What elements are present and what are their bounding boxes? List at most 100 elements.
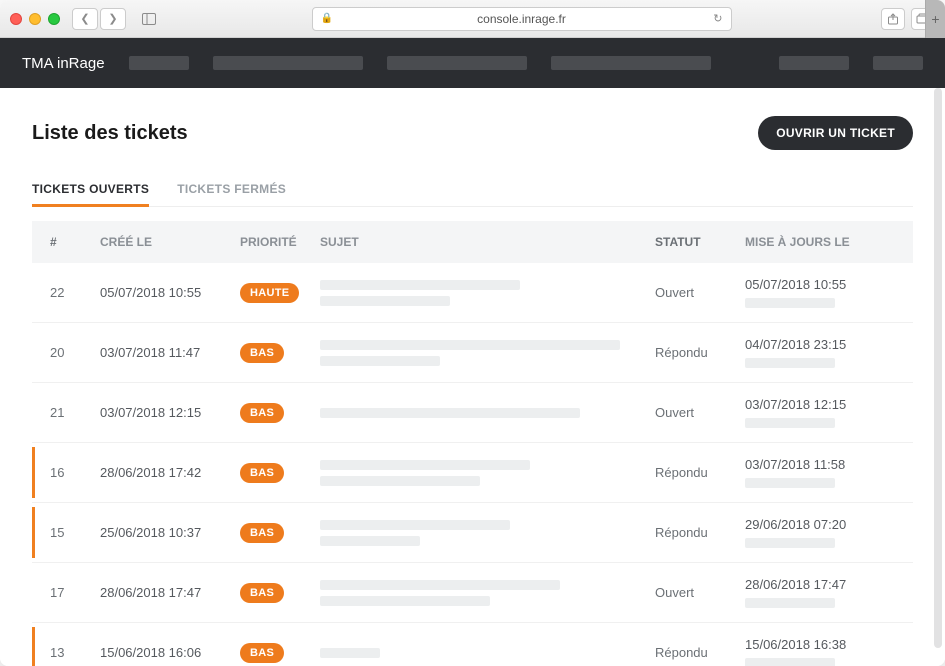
subject-placeholder: [320, 596, 490, 606]
table-row[interactable]: 17 28/06/2018 17:47 BAS Ouvert 28/06/201…: [32, 563, 913, 623]
open-ticket-button[interactable]: OUVRIR UN TICKET: [758, 116, 913, 150]
subject-placeholder: [320, 648, 380, 658]
forward-button[interactable]: ❯: [100, 8, 126, 30]
tab-open-tickets[interactable]: TICKETS OUVERTS: [32, 172, 149, 206]
browser-window: ❮ ❯ 🔒 console.inrage.fr ↻ + TMA inRage: [0, 0, 945, 666]
ticket-priority: BAS: [240, 583, 320, 603]
viewport[interactable]: TMA inRage Liste des tickets OUVRIR UN T…: [0, 38, 945, 666]
page-title: Liste des tickets: [32, 122, 188, 145]
col-updated: MISE À JOURS LE: [745, 235, 895, 249]
browser-chrome: ❮ ❯ 🔒 console.inrage.fr ↻ +: [0, 0, 945, 38]
nav-buttons: ❮ ❯: [72, 8, 126, 30]
tabs: TICKETS OUVERTS TICKETS FERMÉS: [32, 172, 913, 207]
scrollbar[interactable]: [934, 88, 942, 648]
ticket-subject: [320, 580, 655, 606]
nav-item-placeholder[interactable]: [129, 56, 189, 70]
table-row[interactable]: 22 05/07/2018 10:55 HAUTE Ouvert 05/07/2…: [32, 263, 913, 323]
updated-placeholder: [745, 358, 835, 368]
back-button[interactable]: ❮: [72, 8, 98, 30]
subject-placeholder: [320, 356, 440, 366]
updated-date: 03/07/2018 12:15: [745, 397, 895, 412]
updated-date: 29/06/2018 07:20: [745, 517, 895, 532]
ticket-priority: BAS: [240, 343, 320, 363]
ticket-priority: BAS: [240, 643, 320, 663]
lock-icon: 🔒: [321, 13, 333, 24]
ticket-created: 03/07/2018 11:47: [100, 345, 240, 360]
updated-date: 03/07/2018 11:58: [745, 457, 895, 472]
tab-closed-tickets[interactable]: TICKETS FERMÉS: [177, 172, 286, 206]
ticket-id: 15: [50, 525, 100, 540]
updated-placeholder: [745, 658, 835, 666]
table-row[interactable]: 16 28/06/2018 17:42 BAS Répondu 03/07/20…: [32, 443, 913, 503]
subject-placeholder: [320, 536, 420, 546]
col-created: CRÉÉ LE: [100, 235, 240, 249]
table-row[interactable]: 21 03/07/2018 12:15 BAS Ouvert 03/07/201…: [32, 383, 913, 443]
address-bar[interactable]: 🔒 console.inrage.fr ↻: [312, 7, 732, 31]
nav-item-placeholder[interactable]: [873, 56, 923, 70]
table-row[interactable]: 15 25/06/2018 10:37 BAS Répondu 29/06/20…: [32, 503, 913, 563]
priority-badge: BAS: [240, 643, 284, 663]
ticket-created: 28/06/2018 17:42: [100, 465, 240, 480]
ticket-status: Répondu: [655, 525, 745, 540]
ticket-subject: [320, 460, 655, 486]
ticket-created: 03/07/2018 12:15: [100, 405, 240, 420]
share-icon[interactable]: [881, 8, 905, 30]
updated-placeholder: [745, 418, 835, 428]
subject-placeholder: [320, 580, 560, 590]
subject-placeholder: [320, 476, 480, 486]
updated-date: 04/07/2018 23:15: [745, 337, 895, 352]
minimize-window-icon[interactable]: [29, 13, 41, 25]
nav-item-placeholder[interactable]: [551, 56, 711, 70]
new-tab-button[interactable]: +: [925, 0, 945, 38]
ticket-id: 22: [50, 285, 100, 300]
subject-placeholder: [320, 408, 580, 418]
updated-date: 05/07/2018 10:55: [745, 277, 895, 292]
updated-date: 28/06/2018 17:47: [745, 577, 895, 592]
traffic-lights: [10, 13, 60, 25]
ticket-updated: 29/06/2018 07:20: [745, 517, 895, 548]
content: Liste des tickets OUVRIR UN TICKET TICKE…: [0, 88, 945, 666]
table-row[interactable]: 20 03/07/2018 11:47 BAS Répondu 04/07/20…: [32, 323, 913, 383]
app-header: TMA inRage: [0, 38, 945, 88]
updated-date: 15/06/2018 16:38: [745, 637, 895, 652]
brand[interactable]: TMA inRage: [22, 55, 105, 72]
ticket-status: Ouvert: [655, 285, 745, 300]
priority-badge: BAS: [240, 463, 284, 483]
ticket-id: 16: [50, 465, 100, 480]
priority-badge: BAS: [240, 523, 284, 543]
ticket-priority: BAS: [240, 463, 320, 483]
ticket-updated: 04/07/2018 23:15: [745, 337, 895, 368]
updated-placeholder: [745, 598, 835, 608]
updated-placeholder: [745, 478, 835, 488]
col-id: #: [50, 235, 100, 249]
ticket-updated: 28/06/2018 17:47: [745, 577, 895, 608]
table-row[interactable]: 13 15/06/2018 16:06 BAS Répondu 15/06/20…: [32, 623, 913, 666]
nav-item-placeholder[interactable]: [387, 56, 527, 70]
sidebar-toggle-icon[interactable]: [136, 8, 162, 30]
nav-item-placeholder[interactable]: [779, 56, 849, 70]
url-text: console.inrage.fr: [477, 12, 566, 26]
ticket-subject: [320, 408, 655, 418]
ticket-id: 21: [50, 405, 100, 420]
priority-badge: BAS: [240, 343, 284, 363]
ticket-id: 20: [50, 345, 100, 360]
priority-badge: BAS: [240, 583, 284, 603]
reload-icon[interactable]: ↻: [713, 12, 722, 25]
updated-placeholder: [745, 538, 835, 548]
page-head: Liste des tickets OUVRIR UN TICKET: [32, 116, 913, 150]
ticket-created: 28/06/2018 17:47: [100, 585, 240, 600]
priority-badge: HAUTE: [240, 283, 299, 303]
ticket-status: Répondu: [655, 645, 745, 660]
close-window-icon[interactable]: [10, 13, 22, 25]
address-bar-wrap: 🔒 console.inrage.fr ↻: [170, 7, 873, 31]
nav-item-placeholder[interactable]: [213, 56, 363, 70]
subject-placeholder: [320, 460, 530, 470]
ticket-updated: 05/07/2018 10:55: [745, 277, 895, 308]
ticket-updated: 03/07/2018 12:15: [745, 397, 895, 428]
ticket-status: Ouvert: [655, 585, 745, 600]
ticket-id: 13: [50, 645, 100, 660]
col-status: STATUT: [655, 235, 745, 249]
ticket-status: Répondu: [655, 465, 745, 480]
maximize-window-icon[interactable]: [48, 13, 60, 25]
ticket-subject: [320, 340, 655, 366]
